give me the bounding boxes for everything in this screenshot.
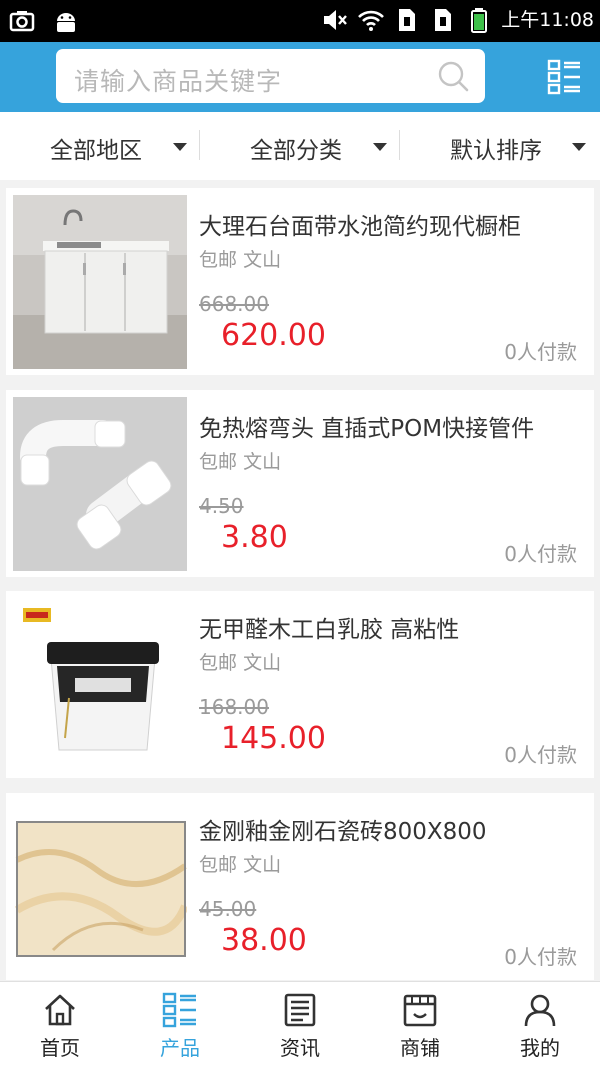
user-icon bbox=[524, 994, 556, 1027]
wifi-icon bbox=[358, 10, 385, 31]
sim1-icon bbox=[399, 9, 416, 31]
filter-category[interactable]: 全部分类 bbox=[200, 112, 400, 180]
product-card[interactable]: 免热熔弯头 直插式POM快接管件 包邮 文山 4.50 3.80 0人付款 bbox=[6, 390, 594, 577]
tab-label: 产品 bbox=[160, 1036, 200, 1060]
header-bar: 请输入商品关键字 bbox=[0, 42, 600, 112]
caret-down-icon bbox=[572, 143, 586, 151]
product-image bbox=[13, 598, 187, 772]
product-price: 3.80 bbox=[221, 520, 288, 555]
original-price: 45.00 bbox=[199, 897, 257, 921]
tab-label: 我的 bbox=[520, 1036, 560, 1060]
screenshot-icon bbox=[9, 11, 35, 32]
products-icon bbox=[162, 992, 196, 1028]
product-price: 145.00 bbox=[221, 721, 326, 756]
sim2-icon bbox=[435, 9, 452, 31]
tab-label: 首页 bbox=[40, 1036, 80, 1060]
paid-count: 0人付款 bbox=[504, 945, 577, 969]
product-location: 包邮 文山 bbox=[199, 249, 282, 271]
filter-label: 全部地区 bbox=[50, 138, 142, 164]
store-icon bbox=[403, 994, 437, 1027]
filter-region[interactable]: 全部地区 bbox=[0, 112, 200, 180]
product-title: 大理石台面带水池简约现代橱柜 bbox=[199, 214, 521, 240]
status-bar: 上午11:08 bbox=[0, 0, 600, 42]
caret-down-icon bbox=[173, 143, 187, 151]
product-title: 免热熔弯头 直插式POM快接管件 bbox=[199, 416, 535, 442]
product-location: 包邮 文山 bbox=[199, 652, 282, 674]
filter-label: 全部分类 bbox=[250, 138, 342, 164]
product-title: 无甲醛木工白乳胶 高粘性 bbox=[199, 617, 460, 643]
filter-bar: 全部地区 全部分类 默认排序 bbox=[0, 112, 600, 180]
bottom-tab-bar: 首页 产品 资讯 商铺 我的 bbox=[0, 981, 600, 1067]
tab-label: 商铺 bbox=[400, 1036, 440, 1060]
tab-home[interactable]: 首页 bbox=[0, 982, 120, 1067]
battery-icon bbox=[471, 8, 488, 33]
tab-label: 资讯 bbox=[280, 1036, 320, 1060]
product-card[interactable]: 无甲醛木工白乳胶 高粘性 包邮 文山 168.00 145.00 0人付款 bbox=[6, 591, 594, 778]
product-price: 620.00 bbox=[221, 318, 326, 353]
paid-count: 0人付款 bbox=[504, 743, 577, 767]
mute-icon bbox=[324, 10, 348, 30]
search-input[interactable]: 请输入商品关键字 bbox=[56, 49, 485, 103]
product-card[interactable]: 金刚釉金刚石瓷砖800X800 包邮 文山 45.00 38.00 0人付款 bbox=[6, 793, 594, 980]
paid-count: 0人付款 bbox=[504, 542, 577, 566]
android-icon bbox=[57, 13, 75, 32]
product-image bbox=[13, 397, 187, 571]
search-icon[interactable] bbox=[437, 60, 469, 92]
caret-down-icon bbox=[373, 143, 387, 151]
product-location: 包邮 文山 bbox=[199, 854, 282, 876]
status-time: 上午11:08 bbox=[501, 9, 594, 31]
search-placeholder: 请输入商品关键字 bbox=[74, 67, 283, 96]
product-price: 38.00 bbox=[221, 923, 307, 958]
product-image bbox=[13, 195, 187, 369]
paid-count: 0人付款 bbox=[504, 340, 577, 364]
product-image bbox=[13, 800, 187, 974]
tab-me[interactable]: 我的 bbox=[480, 982, 600, 1067]
tab-products[interactable]: 产品 bbox=[120, 982, 240, 1067]
home-icon bbox=[45, 994, 75, 1026]
grid-menu-icon[interactable] bbox=[547, 59, 581, 95]
original-price: 668.00 bbox=[199, 292, 269, 316]
tab-store[interactable]: 商铺 bbox=[360, 982, 480, 1067]
original-price: 4.50 bbox=[199, 494, 244, 518]
product-title: 金刚釉金刚石瓷砖800X800 bbox=[199, 819, 487, 845]
filter-sort[interactable]: 默认排序 bbox=[400, 112, 600, 180]
news-icon bbox=[284, 993, 316, 1027]
product-location: 包邮 文山 bbox=[199, 451, 282, 473]
original-price: 168.00 bbox=[199, 695, 269, 719]
product-card[interactable]: 大理石台面带水池简约现代橱柜 包邮 文山 668.00 620.00 0人付款 bbox=[6, 188, 594, 375]
filter-label: 默认排序 bbox=[450, 138, 542, 164]
tab-news[interactable]: 资讯 bbox=[240, 982, 360, 1067]
